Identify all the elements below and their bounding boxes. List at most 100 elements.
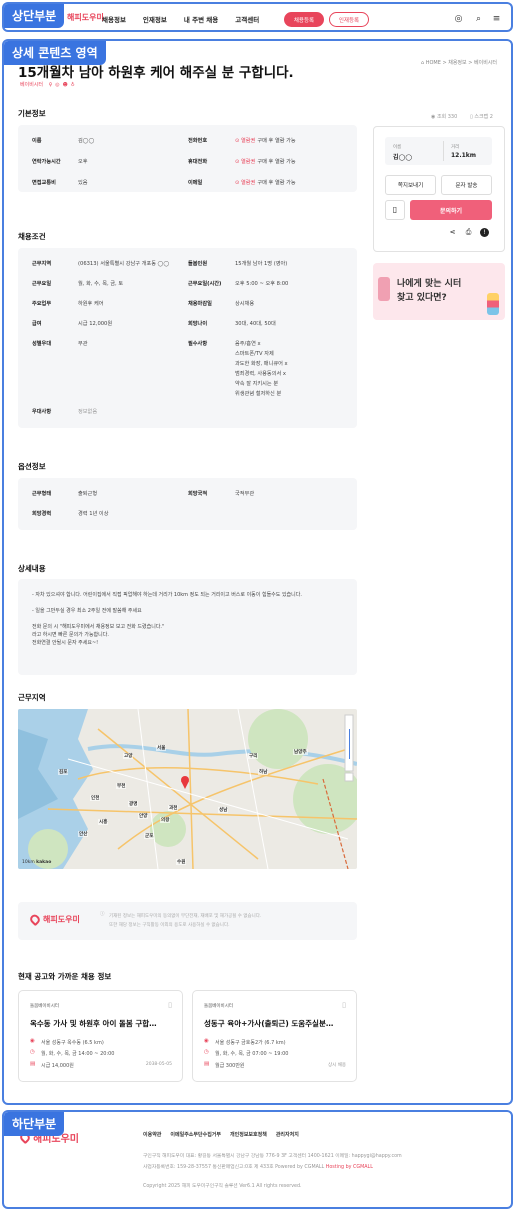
view-pass-link[interactable]: 열람권 — [241, 159, 255, 165]
nav-jobs[interactable]: 채용정보 — [102, 14, 126, 24]
map-place-label: 시흥 — [98, 819, 109, 825]
email-refuse-link[interactable]: 이메일주소무단수집거부 — [170, 1131, 221, 1138]
breadcrumb: ⌂ HOME > 채용정보 > 베이비시터 — [421, 59, 497, 66]
inquiry-button[interactable]: 문의하기 — [410, 200, 492, 220]
breadcrumb-text[interactable]: HOME > 채용정보 > 베이비시터 — [426, 60, 497, 66]
field-value: 하원후 케어 — [78, 301, 104, 307]
card-extra: 상시 채용 — [328, 1063, 346, 1068]
category-label: 베이비시터 — [20, 82, 44, 88]
banner-figure-icon — [378, 277, 390, 301]
nearby-job-card[interactable]: 돌봄베이비시터 ▯ 옥수동 가사 및 하원후 아이 돌봄 구합… ◉ 서울 성동구 옥수… — [18, 990, 183, 1082]
map-place-label: 성남 — [218, 807, 229, 813]
field-label: 근무요일(시간) — [188, 281, 222, 287]
hosting-link[interactable]: Hosting by CGMALL — [326, 1165, 373, 1170]
field-value: 출퇴근형 — [78, 491, 98, 497]
detail-line: 전화 문의 시 "해피도우미에서 채용정보 보고 전화 드렸습니다." — [32, 624, 165, 630]
scrap-bookmark-icon[interactable]: ▯ — [385, 200, 405, 220]
logo-text: 해피도우미 — [67, 13, 104, 22]
field-label: 근무지역 — [32, 261, 52, 267]
card-title[interactable]: 옥수동 가사 및 하원후 아이 돌봄 구합… — [30, 1018, 175, 1029]
bookmark-icon[interactable]: ▯ — [342, 1001, 346, 1009]
view-pass-link[interactable]: 열람권 — [241, 180, 255, 186]
field-value: 월, 화, 수, 목, 금, 토 — [78, 281, 124, 287]
card-pay: 시급 14,000원 — [41, 1063, 74, 1069]
field-value: 무관 — [78, 341, 88, 347]
field-label: 전화번호 — [188, 138, 208, 144]
distance-value: 12.1km — [451, 152, 477, 159]
heart-logo-icon — [28, 912, 42, 927]
view-count: ◉ 조회 330 — [431, 113, 457, 120]
location-pin-icon: ◉ — [30, 1038, 35, 1044]
footer-region: 하단부분 해피도우미 이용약관 이메일주소무단수집거부 개인정보보호정책 관리자… — [2, 1110, 513, 1209]
locked-note: 구매 후 열람 가능 — [257, 180, 296, 186]
map-place-label: 과천 — [168, 805, 179, 811]
field-label: 채용마감일 — [188, 301, 212, 307]
field-label: 이름 — [32, 138, 42, 144]
view-pass-link[interactable]: 열람권 — [241, 138, 255, 144]
field-value: 국적무관 — [235, 491, 255, 497]
map-place-label: 하남 — [258, 769, 269, 775]
contact-summary: 이름 김◯◯ 거리 12.1km — [385, 137, 492, 165]
nearby-job-card[interactable]: 돌봄베이비시터 ▯ 성동구 육아+가사(출퇴근) 도움주실분… ◉ 서울 성동구 금호동… — [192, 990, 357, 1082]
map-place-label: 광명 — [128, 801, 139, 807]
location-map[interactable]: 서울 인천 부천 광명 과천 안양 성남 하남 구리 안산 시흥 군포 의왕 수원 고양 김포 남양주 10km… — [18, 709, 357, 869]
field-label: 희망나이 — [188, 321, 208, 327]
field-label: 성별우대 — [32, 341, 52, 347]
divider — [443, 141, 444, 161]
card-loc: 서울 성동구 금호동2가 (6.7 km) — [215, 1040, 286, 1046]
options-box: 근무형태 출퇴근형 희망국적 국적무관 희망경력 경력 1년 이상 — [18, 478, 357, 530]
report-icon[interactable]: ! — [480, 228, 489, 237]
coin-icon: ▤ — [30, 1061, 36, 1067]
field-label: 휴대전화 — [188, 159, 208, 165]
name-value: 김◯◯ — [393, 154, 412, 161]
map-place-label: 부천 — [116, 783, 127, 789]
nav-talent[interactable]: 인재정보 — [143, 14, 167, 24]
registration-text: 사업자등록번호: 159-28-37557 통신판매업신고:0호 제 433호 … — [143, 1165, 325, 1170]
field-value: 음주/흡연 x — [235, 341, 261, 347]
notice-logo-text: 해피도우미 — [43, 915, 80, 924]
banner-line2: 찾고 있다면? — [397, 293, 447, 303]
map-place-label: 김포 — [58, 769, 69, 775]
menu-icon[interactable]: ≡ — [491, 14, 502, 25]
card-category: 돌봄베이비시터 — [30, 1004, 59, 1009]
nav-nearby[interactable]: 내 주변 채용 — [184, 14, 218, 24]
field-label: 희망경력 — [32, 511, 52, 517]
bookmark-icon[interactable]: ▯ — [168, 1001, 172, 1009]
send-sms-button[interactable]: 문자 발송 — [441, 175, 492, 195]
print-icon[interactable]: ⎙ — [464, 228, 473, 237]
nav-support[interactable]: 고객센터 — [235, 14, 259, 24]
user-icon[interactable]: ◎ — [453, 14, 464, 25]
privacy-link[interactable]: 개인정보보호정책 — [230, 1131, 267, 1138]
conditions-heading: 채용조건 — [18, 232, 46, 241]
header-region: 상단부분 해피도우미 채용정보 인재정보 내 주변 채용 고객센터 채용등록 인… — [2, 2, 513, 32]
notice-logo: 해피도우미 — [28, 912, 80, 927]
register-talent-button[interactable]: 인재등록 — [329, 12, 369, 27]
field-label: 필수사항 — [188, 341, 208, 347]
required-item: 약속 잘 지키시는 분 — [235, 381, 279, 387]
map-svg — [18, 709, 357, 869]
field-value: 있음 — [78, 180, 88, 186]
send-message-button[interactable]: 쪽지보내기 — [385, 175, 436, 195]
detail-box: - 자차 있으셔야 합니다. 어린이집에서 직접 픽업해야 하는데 거리가 10… — [18, 579, 357, 675]
card-category: 돌봄베이비시터 — [204, 1004, 233, 1009]
location-pin-icon: ◉ — [204, 1038, 209, 1044]
terms-link[interactable]: 이용약관 — [143, 1131, 161, 1138]
region-tag-bot: 하단부분 — [4, 1112, 65, 1136]
detail-line: - 자차 있으셔야 합니다. 어린이집에서 직접 픽업해야 하는데 거리가 10… — [32, 592, 302, 598]
card-title[interactable]: 성동구 육아+가사(출퇴근) 도움주실분… — [204, 1018, 349, 1029]
search-icon[interactable]: ⌕ — [473, 14, 484, 25]
kakao-logo: kakao — [36, 860, 52, 865]
locked-value: ⊙ 열람권 구매 후 열람 가능 — [235, 137, 296, 144]
sitter-banner[interactable]: 나에게 맞는 시터 찾고 있다면? — [373, 263, 505, 320]
share-icon[interactable]: ⋖ — [448, 228, 457, 237]
map-place-label: 인천 — [90, 795, 101, 801]
field-label: 근무요일 — [32, 281, 52, 287]
scraps-text: 스크랩 2 — [474, 114, 493, 120]
card-loc: 서울 성동구 옥수동 (6.5 km) — [41, 1040, 104, 1046]
register-job-button[interactable]: 채용등록 — [284, 12, 324, 27]
category-icons: ♀◎☻♁ — [48, 82, 78, 88]
map-place-label: 구리 — [248, 753, 259, 759]
region-tag-top: 상단부분 — [4, 4, 65, 28]
banner-line1: 나에게 맞는 시터 — [397, 279, 462, 289]
admin-link[interactable]: 관리자처지 — [276, 1131, 299, 1138]
